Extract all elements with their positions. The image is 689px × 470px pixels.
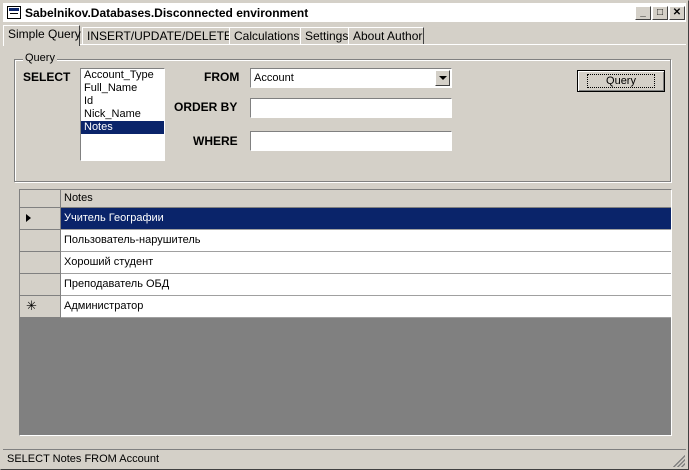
results-datagrid[interactable]: Notes Учитель Географии Пользователь-нар… (19, 189, 672, 436)
close-button[interactable]: ✕ (669, 6, 685, 20)
where-label: WHERE (193, 134, 238, 148)
query-group-title: Query (23, 52, 57, 64)
list-item[interactable]: Full_Name (81, 82, 164, 95)
grid-header-row: Notes (20, 190, 671, 208)
where-input[interactable] (250, 131, 452, 151)
grid-cell[interactable]: Администратор (61, 296, 671, 318)
row-header[interactable] (20, 274, 61, 296)
list-item[interactable]: Notes (81, 121, 164, 134)
main-window: Sabelnikov.Databases.Disconnected enviro… (0, 0, 689, 470)
column-header-notes[interactable]: Notes (61, 190, 671, 208)
grid-cell[interactable]: Хороший студент (61, 252, 671, 274)
tab-about-author[interactable]: About Author (348, 27, 424, 45)
row-header[interactable] (20, 208, 61, 230)
chevron-down-icon[interactable] (435, 70, 450, 86)
resize-grip-icon[interactable] (673, 455, 685, 467)
list-item[interactable]: Account_Type (81, 69, 164, 82)
grid-cell[interactable]: Преподаватель ОБД (61, 274, 671, 296)
select-label: SELECT (23, 70, 71, 84)
minimize-button[interactable]: _ (635, 6, 651, 20)
row-header[interactable] (20, 252, 61, 274)
select-fields-listbox[interactable]: Account_Type Full_Name Id Nick_Name Note… (80, 68, 165, 161)
query-button[interactable]: Query (577, 70, 665, 92)
table-row[interactable]: Преподаватель ОБД (20, 274, 671, 296)
from-label: FROM (204, 70, 240, 84)
title-bar[interactable]: Sabelnikov.Databases.Disconnected enviro… (3, 3, 686, 22)
row-header[interactable] (20, 230, 61, 252)
table-row[interactable]: Хороший студент (20, 252, 671, 274)
tab-calculations[interactable]: Calculations (229, 27, 302, 45)
row-header[interactable]: ✳ (20, 296, 61, 318)
maximize-button[interactable]: □ (652, 6, 668, 20)
table-row[interactable]: Пользователь-нарушитель (20, 230, 671, 252)
from-table-value: Account (254, 72, 294, 84)
orderby-input[interactable] (250, 98, 452, 118)
list-item[interactable]: Nick_Name (81, 108, 164, 121)
status-bar: SELECT Notes FROM Account (3, 449, 686, 468)
new-row-asterisk-icon: ✳ (26, 298, 37, 313)
window-title: Sabelnikov.Databases.Disconnected enviro… (25, 6, 309, 20)
tab-simple-query[interactable]: Simple Query (3, 25, 81, 46)
status-text: SELECT Notes FROM Account (7, 453, 160, 465)
tab-insert-update-delete[interactable]: INSERT/UPDATE/DELETE (82, 27, 232, 45)
tab-settings[interactable]: Settings (300, 27, 350, 45)
from-table-combobox[interactable]: Account (250, 68, 452, 88)
grid-cell[interactable]: Пользователь-нарушитель (61, 230, 671, 252)
current-row-arrow-icon (26, 214, 31, 222)
table-row[interactable]: Учитель Географии (20, 208, 671, 230)
list-item[interactable]: Id (81, 95, 164, 108)
query-button-label: Query (587, 74, 655, 88)
orderby-label: ORDER BY (174, 100, 238, 114)
grid-cell[interactable]: Учитель Географии (61, 208, 671, 230)
app-window-icon[interactable] (7, 6, 21, 19)
grid-corner-header[interactable] (20, 190, 61, 208)
table-row[interactable]: ✳ Администратор (20, 296, 671, 318)
